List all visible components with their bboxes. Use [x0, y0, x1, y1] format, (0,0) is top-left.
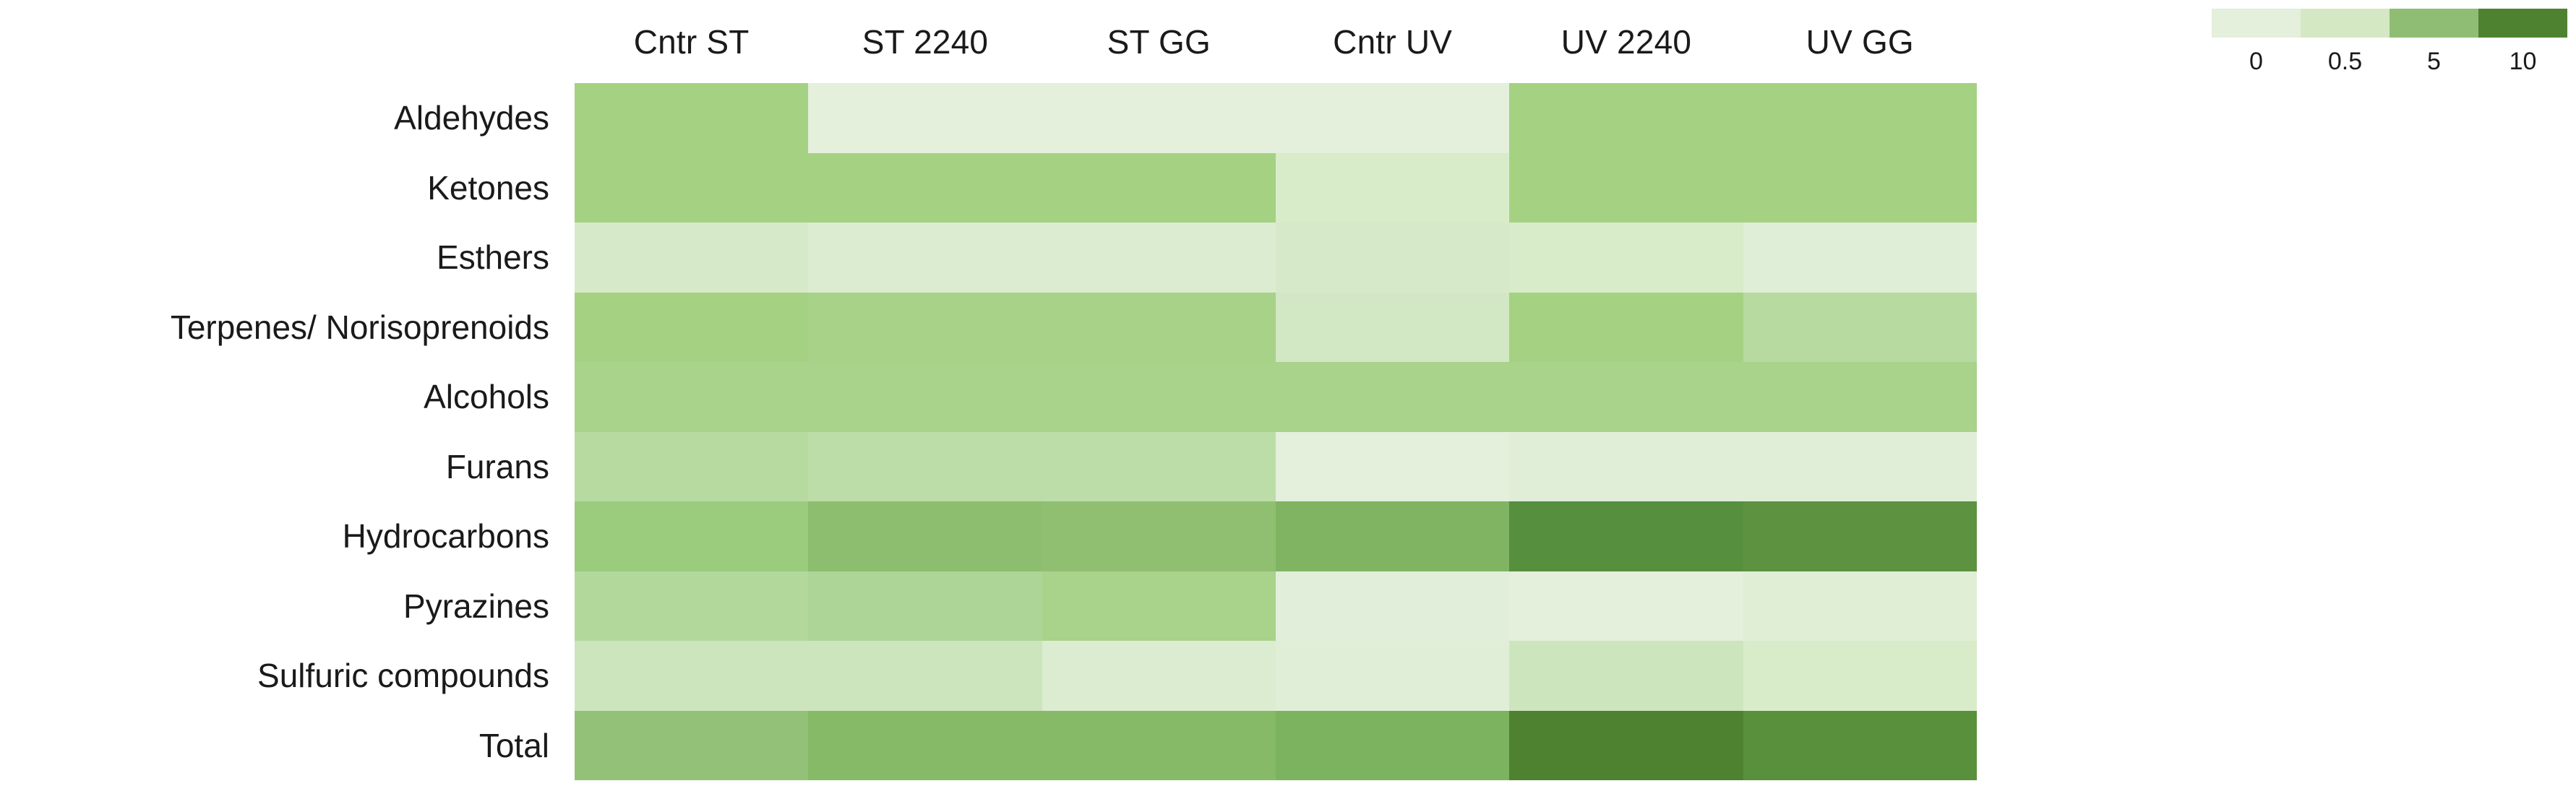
- legend-label-10: 10: [2509, 47, 2537, 75]
- heatmap-cell: [575, 501, 809, 571]
- heatmap-cell: [808, 501, 1042, 571]
- heatmap-cell: [1509, 362, 1743, 432]
- legend-label-strip: 0 0.5 5 10: [2212, 43, 2567, 79]
- heatmap-cell: [575, 152, 809, 223]
- column-header-st-2240: ST 2240: [862, 23, 989, 61]
- row-label-ketones: Ketones: [427, 168, 549, 207]
- heatmap-cell: [1509, 292, 1743, 362]
- heatmap-block: Cntr ST ST 2240 ST GG Cntr UV UV 2240 UV…: [0, 0, 1995, 786]
- column-header-cntr-uv: Cntr UV: [1333, 23, 1453, 61]
- heatmap-cell: [575, 83, 809, 153]
- row-label-total: Total: [478, 726, 549, 764]
- heatmap-cell: [1743, 431, 1977, 501]
- heatmap-cell: [808, 362, 1042, 432]
- heatmap-cell: [575, 431, 809, 501]
- heatmap-cell: [1042, 362, 1276, 432]
- heatmap-cell: [808, 571, 1042, 641]
- heatmap-cell: [1743, 83, 1977, 153]
- heatmap-cell: [808, 152, 1042, 223]
- heatmap-cell: [1276, 83, 1510, 153]
- heatmap-cell: [1509, 431, 1743, 501]
- heatmap-cell: [808, 641, 1042, 711]
- heatmap-cell: [575, 641, 809, 711]
- heatmap-cell: [1042, 223, 1276, 293]
- legend-swatch-1: [2301, 9, 2390, 38]
- legend-swatch-0: [2212, 9, 2301, 38]
- heatmap-cell: [1042, 571, 1276, 641]
- legend-label-0: 0: [2249, 47, 2263, 75]
- legend-label-0-5: 0.5: [2327, 47, 2363, 75]
- row-label-pyrazines: Pyrazines: [403, 587, 549, 625]
- heatmap-cell: [1509, 501, 1743, 571]
- heatmap-cell: [1276, 431, 1510, 501]
- heatmap-cell: [1509, 710, 1743, 780]
- row-label-terpenes: Terpenes/ Norisoprenoids: [170, 308, 549, 346]
- row-label-column: Aldehydes Ketones Esthers Terpenes/ Nori…: [0, 83, 564, 780]
- legend-swatch-strip: [2212, 9, 2567, 38]
- legend-swatch-2: [2390, 9, 2478, 38]
- heatmap-grid: [575, 83, 1977, 780]
- heatmap-cell: [1042, 152, 1276, 223]
- heatmap-cell: [808, 710, 1042, 780]
- heatmap-cell: [1509, 641, 1743, 711]
- heatmap-cell: [808, 431, 1042, 501]
- heatmap-cell: [1743, 152, 1977, 223]
- heatmap-cell: [1276, 641, 1510, 711]
- legend-label-5: 5: [2427, 47, 2441, 75]
- heatmap-cell: [808, 223, 1042, 293]
- heatmap-cell: [1042, 641, 1276, 711]
- heatmap-cell: [808, 83, 1042, 153]
- heatmap-cell: [1276, 501, 1510, 571]
- heatmap-cell: [1509, 571, 1743, 641]
- heatmap-cell: [1743, 292, 1977, 362]
- heatmap-figure: Cntr ST ST 2240 ST GG Cntr UV UV 2240 UV…: [0, 0, 2576, 786]
- heatmap-cell: [575, 292, 809, 362]
- heatmap-cell: [1276, 223, 1510, 293]
- heatmap-cell: [1276, 571, 1510, 641]
- heatmap-cell: [575, 223, 809, 293]
- heatmap-cell: [1743, 501, 1977, 571]
- row-label-alcohols: Alcohols: [424, 378, 549, 416]
- heatmap-cell: [575, 362, 809, 432]
- heatmap-cell: [1276, 710, 1510, 780]
- heatmap-cell: [1042, 431, 1276, 501]
- row-label-sulfuric-compounds: Sulfuric compounds: [257, 657, 549, 695]
- heatmap-cell: [1743, 223, 1977, 293]
- heatmap-cell: [808, 292, 1042, 362]
- heatmap-cell: [1042, 710, 1276, 780]
- heatmap-cell: [1743, 571, 1977, 641]
- column-header-st-gg: ST GG: [1107, 23, 1211, 61]
- legend-swatch-3: [2478, 9, 2567, 38]
- row-label-furans: Furans: [445, 447, 549, 485]
- row-label-esthers: Esthers: [437, 238, 549, 277]
- row-label-aldehydes: Aldehydes: [394, 99, 549, 137]
- heatmap-cell: [1042, 83, 1276, 153]
- column-header-uv-gg: UV GG: [1806, 23, 1914, 61]
- heatmap-cell: [1042, 292, 1276, 362]
- heatmap-cell: [1042, 501, 1276, 571]
- column-header-row: Cntr ST ST 2240 ST GG Cntr UV UV 2240 UV…: [575, 6, 1977, 78]
- color-scale-legend: 0 0.5 5 10: [2212, 9, 2567, 103]
- heatmap-cell: [1743, 362, 1977, 432]
- heatmap-cell: [1743, 710, 1977, 780]
- column-header-cntr-st: Cntr ST: [633, 23, 750, 61]
- heatmap-cell: [1743, 641, 1977, 711]
- column-header-uv-2240: UV 2240: [1560, 23, 1692, 61]
- heatmap-cell: [575, 571, 809, 641]
- heatmap-cell: [1509, 152, 1743, 223]
- heatmap-cell: [575, 710, 809, 780]
- heatmap-cell: [1276, 152, 1510, 223]
- heatmap-cell: [1276, 362, 1510, 432]
- heatmap-cell: [1276, 292, 1510, 362]
- heatmap-cell: [1509, 223, 1743, 293]
- row-label-hydrocarbons: Hydrocarbons: [342, 517, 549, 556]
- heatmap-cell: [1509, 83, 1743, 153]
